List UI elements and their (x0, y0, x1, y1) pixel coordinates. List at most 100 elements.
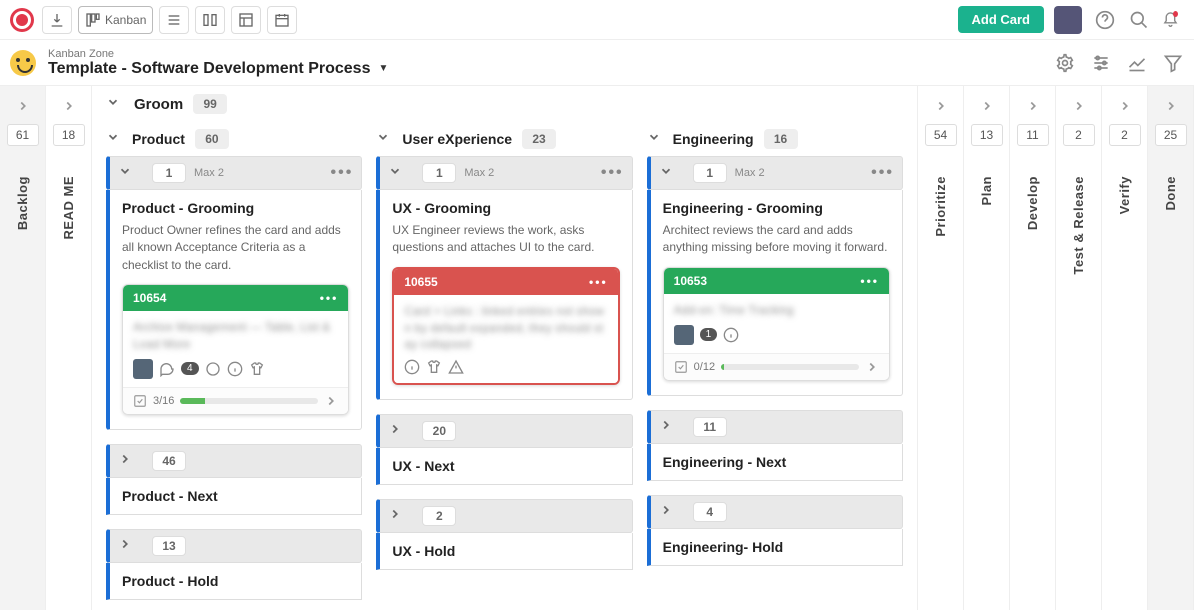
attachment-icon (205, 361, 221, 377)
more-icon[interactable]: ••• (601, 164, 624, 182)
next-section: 46 Product - Next (106, 444, 362, 515)
column-header: Product 60 (106, 122, 362, 156)
more-icon[interactable]: ••• (871, 164, 894, 182)
next-header: 46 (106, 444, 362, 478)
chevron-right-icon[interactable] (62, 92, 76, 120)
view-board-icon[interactable] (231, 6, 261, 34)
card[interactable]: 10655••• Card > Links : linked entries n… (392, 267, 619, 385)
download-icon-button[interactable] (42, 6, 72, 34)
chevron-down-icon[interactable] (376, 130, 394, 148)
chevron-right-icon[interactable] (659, 503, 677, 521)
view-calendar-icon[interactable] (267, 6, 297, 34)
rail-count: 18 (53, 124, 85, 146)
lane-groom: Groom 99 Product 60 1 Max 2 ••• Product … (92, 86, 918, 610)
chevron-right-icon[interactable] (118, 452, 136, 470)
breadcrumb-bar: Kanban Zone Template - Software Developm… (0, 40, 1194, 86)
rail-label: Done (1163, 176, 1178, 211)
info-icon (227, 361, 243, 377)
chevron-right-icon[interactable] (388, 507, 406, 525)
hold-count: 4 (693, 502, 727, 522)
column-count: 60 (195, 129, 229, 149)
topbar: Kanban Add Card (0, 0, 1194, 40)
view-columns-icon[interactable] (195, 6, 225, 34)
chart-icon[interactable] (1126, 52, 1148, 74)
chevron-down-icon[interactable] (647, 130, 665, 148)
hold-title: Product - Hold (106, 563, 362, 600)
bell-icon[interactable] (1162, 9, 1184, 31)
next-count: 20 (422, 421, 456, 441)
card-more-icon[interactable]: ••• (860, 274, 879, 288)
zone-desc: Architect reviews the card and adds anyt… (663, 222, 890, 257)
hold-header: 13 (106, 529, 362, 563)
rail-label: Backlog (15, 176, 30, 230)
more-icon[interactable]: ••• (331, 164, 354, 182)
rail-prioritize[interactable]: 54Prioritize (918, 86, 964, 610)
board-title-caret-icon[interactable]: ▼ (378, 63, 388, 74)
column-count: 16 (764, 129, 798, 149)
rail-test-release[interactable]: 2Test & Release (1056, 86, 1102, 610)
card-more-icon[interactable]: ••• (320, 291, 339, 305)
rail-label: Plan (979, 176, 994, 205)
chevron-right-icon[interactable] (118, 537, 136, 555)
progress-label: 0/12 (694, 361, 715, 373)
chevron-down-icon[interactable] (106, 130, 124, 148)
chevron-down-icon[interactable] (106, 95, 124, 113)
assignee-avatar[interactable] (674, 325, 694, 345)
progress-bar (180, 398, 318, 404)
chevron-right-icon[interactable] (1072, 92, 1086, 120)
chevron-down-icon[interactable] (118, 164, 136, 182)
info-icon (723, 327, 739, 343)
chevron-right-icon[interactable] (16, 92, 30, 120)
wip-max: Max 2 (464, 167, 494, 179)
left-rails: 61 Backlog 18 READ ME (0, 86, 92, 610)
rail-plan[interactable]: 13 Plan (964, 86, 1010, 610)
card[interactable]: 10654 ••• Archive Management — Table, Li… (122, 284, 349, 415)
shirt-icon (426, 359, 442, 375)
checklist-icon (133, 394, 147, 408)
card[interactable]: 10653••• Add-on: Time Tracking 1 0/12 (663, 267, 890, 381)
rail-count: 13 (971, 124, 1003, 146)
chevron-right-icon[interactable] (934, 92, 948, 120)
next-title: Engineering - Next (647, 444, 903, 481)
rail-label: Verify (1117, 176, 1132, 214)
chevron-right-icon[interactable] (865, 360, 879, 374)
chevron-right-icon[interactable] (1026, 92, 1040, 120)
card-more-icon[interactable]: ••• (589, 275, 608, 289)
rail-label: Prioritize (933, 176, 948, 237)
hold-section: 13 Product - Hold (106, 529, 362, 600)
chevron-down-icon[interactable] (388, 164, 406, 182)
chevron-down-icon[interactable] (659, 164, 677, 182)
lane-header: Groom 99 (92, 86, 917, 122)
comment-icon (159, 361, 175, 377)
grooming-zone: Product - Grooming Product Owner refines… (106, 190, 362, 430)
view-list-icon[interactable] (159, 6, 189, 34)
help-icon[interactable] (1094, 9, 1116, 31)
card-id: 10654 (133, 291, 166, 305)
chevron-right-icon[interactable] (324, 394, 338, 408)
filter-icon[interactable] (1162, 52, 1184, 74)
warning-icon (448, 359, 464, 375)
shirt-icon (249, 361, 265, 377)
chevron-right-icon[interactable] (980, 92, 994, 120)
chevron-right-icon[interactable] (1118, 92, 1132, 120)
chevron-right-icon[interactable] (1164, 92, 1178, 120)
gear-icon[interactable] (1054, 52, 1076, 74)
chevron-right-icon[interactable] (388, 422, 406, 440)
zone-desc: Product Owner refines the card and adds … (122, 222, 349, 274)
user-avatar[interactable] (1054, 6, 1082, 34)
sliders-icon[interactable] (1090, 52, 1112, 74)
rail-backlog[interactable]: 61 Backlog (0, 86, 46, 610)
next-count: 11 (693, 417, 727, 437)
search-icon[interactable] (1128, 9, 1150, 31)
rail-label: Develop (1025, 176, 1040, 230)
view-kanban-button[interactable]: Kanban (78, 6, 153, 34)
board-title[interactable]: Template - Software Development Process (48, 60, 370, 78)
rail-done[interactable]: 25Done (1148, 86, 1194, 610)
rail-readme[interactable]: 18 READ ME (46, 86, 92, 610)
chevron-right-icon[interactable] (659, 418, 677, 436)
hold-title: Engineering- Hold (647, 529, 903, 566)
rail-verify[interactable]: 2Verify (1102, 86, 1148, 610)
add-card-button[interactable]: Add Card (958, 6, 1045, 33)
rail-develop[interactable]: 11Develop (1010, 86, 1056, 610)
assignee-avatar[interactable] (133, 359, 153, 379)
